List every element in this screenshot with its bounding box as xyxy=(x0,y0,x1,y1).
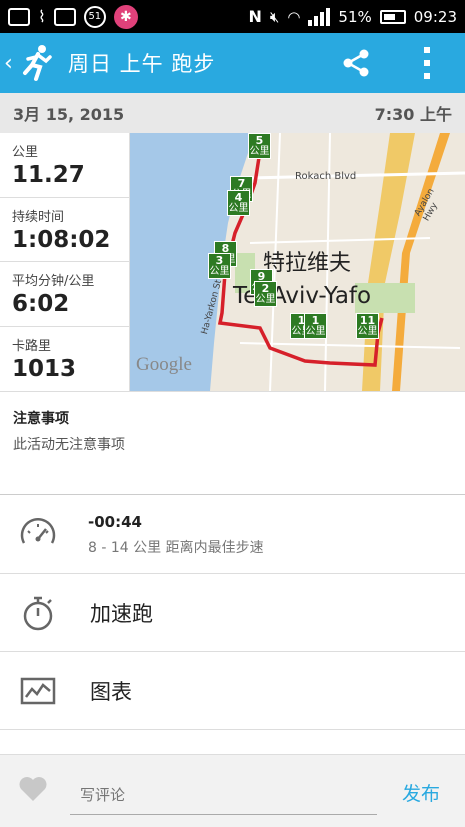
km-marker[interactable]: 3 公里 xyxy=(208,253,231,279)
mute-icon: 🔇︎ xyxy=(269,7,280,26)
charts-label: 图表 xyxy=(90,679,132,704)
stat-value: 1:08:02 xyxy=(12,226,111,253)
status-bar: ⌇ 51 ✱ N 🔇︎ ◠ 51% 09:23 xyxy=(0,0,465,33)
route-map[interactable]: Rokach Blvd Ha-Yarkon St Ayalon Hwy 特拉维夫… xyxy=(130,133,465,391)
status-time: 09:23 xyxy=(413,7,457,26)
stat-label: 卡路里 xyxy=(12,338,52,354)
stat-value: 6:02 xyxy=(12,291,70,317)
signal-icon xyxy=(308,7,331,26)
broom-icon: ⌇ xyxy=(38,7,46,26)
stat-distance: 公里 11.27 xyxy=(0,133,129,198)
stat-label: 公里 xyxy=(12,145,39,160)
best-pace-row[interactable]: -00:44 8 - 14 公里 距离内最佳步速 xyxy=(0,496,465,574)
km-marker[interactable]: 1 公里 xyxy=(304,313,327,339)
divider-row xyxy=(0,730,465,755)
stat-label: 平均分钟/公里 xyxy=(12,274,95,289)
wifi-icon: ◠ xyxy=(287,7,301,26)
stat-value: 1013 xyxy=(12,355,77,382)
km-marker[interactable]: 2 公里 xyxy=(254,281,277,307)
google-attribution: Google xyxy=(136,354,192,375)
speedometer-icon xyxy=(20,517,56,544)
back-chevron-icon[interactable]: ‹ xyxy=(4,51,18,76)
app-bar: ‹ 周日 上午 跑步 xyxy=(0,33,465,93)
stat-label: 持续时间 xyxy=(12,209,65,225)
notes-section: 注意事项 此活动无注意事项 xyxy=(0,391,465,495)
activity-date: 3月 15, 2015 xyxy=(13,105,125,124)
stat-calories: 卡路里 1013 xyxy=(0,327,129,392)
street-label: Rokach Blvd xyxy=(295,171,357,182)
nfc-icon: N xyxy=(248,7,262,26)
stopwatch-icon xyxy=(23,596,53,630)
pink-app-icon: ✱ xyxy=(113,4,138,29)
keyboard-icon xyxy=(53,7,76,26)
activity-time: 7:30 上午 xyxy=(374,105,452,124)
km-marker[interactable]: 5 公里 xyxy=(248,133,271,159)
battery-icon xyxy=(379,9,406,24)
city-label: 特拉维夫 xyxy=(263,251,352,276)
circle-51-icon: 51 xyxy=(83,5,106,28)
chart-icon xyxy=(20,677,56,704)
best-pace-description: 8 - 14 公里 距离内最佳步速 xyxy=(88,539,264,556)
share-icon[interactable] xyxy=(341,48,371,78)
battery-percent: 51% xyxy=(338,7,372,26)
notes-text: 此活动无注意事项 xyxy=(13,437,125,453)
km-marker[interactable]: 4 公里 xyxy=(227,190,250,216)
runner-icon[interactable] xyxy=(20,43,56,83)
overflow-menu-icon[interactable] xyxy=(420,47,434,79)
date-bar: 3月 15, 2015 7:30 上午 xyxy=(0,93,465,133)
comment-bar: 发布 xyxy=(0,755,465,827)
charts-row[interactable]: 图表 xyxy=(0,652,465,730)
comment-input[interactable] xyxy=(70,775,377,815)
intervals-label: 加速跑 xyxy=(90,601,153,626)
screen-icon xyxy=(8,7,30,26)
notes-heading: 注意事项 xyxy=(13,411,69,427)
km-marker[interactable]: 11 公里 xyxy=(356,313,379,339)
publish-button[interactable]: 发布 xyxy=(402,779,440,806)
page-title: 周日 上午 跑步 xyxy=(68,52,216,76)
stat-pace: 平均分钟/公里 6:02 xyxy=(0,262,129,327)
intervals-row[interactable]: 加速跑 xyxy=(0,574,465,652)
heart-icon[interactable] xyxy=(18,775,48,803)
stat-duration: 持续时间 1:08:02 xyxy=(0,198,129,262)
stat-value: 11.27 xyxy=(12,162,85,188)
best-pace-value: -00:44 xyxy=(88,512,142,531)
stats-panel: 公里 11.27 持续时间 1:08:02 平均分钟/公里 6:02 卡路里 1… xyxy=(0,133,130,391)
